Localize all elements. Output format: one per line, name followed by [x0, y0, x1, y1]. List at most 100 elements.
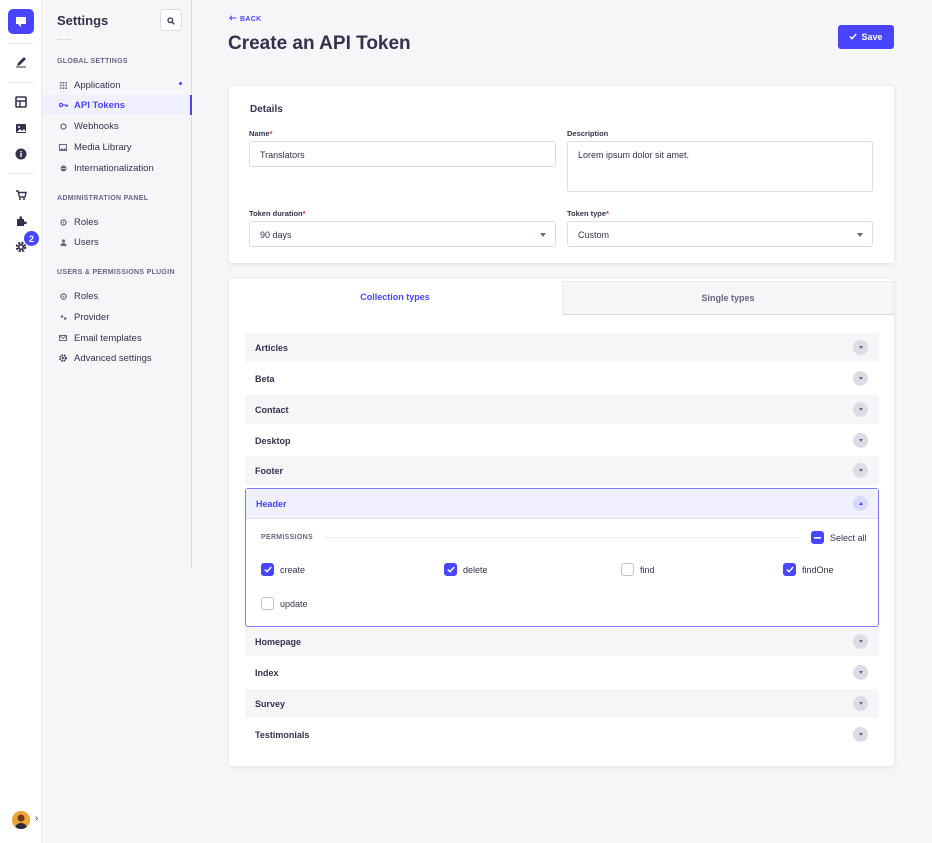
sidebar-item-internationalization[interactable]: Internationalization	[42, 158, 192, 178]
accordion-label: Header	[256, 498, 287, 509]
chevron-down-icon[interactable]	[853, 371, 868, 386]
sidebar-item-users[interactable]: Users	[42, 232, 192, 252]
search-button[interactable]	[160, 9, 182, 31]
key-icon	[58, 100, 68, 110]
marketplace-icon[interactable]	[11, 185, 31, 205]
chevron-up-icon[interactable]	[853, 496, 868, 511]
avatar[interactable]	[12, 811, 30, 829]
token-type-value: Custom	[578, 230, 610, 240]
accordion-testimonials[interactable]: Testimonials	[245, 720, 879, 749]
rail-divider	[8, 173, 34, 174]
permission-delete[interactable]: delete	[444, 563, 488, 576]
media-library-icon[interactable]	[11, 118, 31, 138]
description-label: Description	[567, 129, 608, 138]
permission-label: find	[640, 564, 655, 575]
required-asterisk: *	[302, 209, 306, 218]
page-title: Create an API Token	[228, 33, 411, 54]
roles-icon	[58, 217, 68, 227]
accordion-header-toggle[interactable]: Header	[246, 489, 878, 519]
accordion-survey[interactable]: Survey	[245, 689, 879, 718]
info-icon[interactable]	[11, 144, 31, 164]
accordion-label: Articles	[255, 342, 289, 353]
search-icon	[167, 13, 175, 28]
chevron-down-icon[interactable]	[853, 696, 868, 711]
permissions-card: Collection types Single types Articles B…	[229, 279, 894, 766]
indeterminate-checkbox-icon[interactable]	[811, 531, 824, 544]
sidebar-item-label: Provider	[74, 311, 110, 323]
chevron-down-icon[interactable]	[853, 433, 868, 448]
globe-icon	[58, 163, 68, 173]
sidebar-item-label: Media Library	[74, 141, 132, 153]
section-heading-global: Global Settings	[57, 58, 128, 65]
sidebar-item-media-library[interactable]: Media Library	[42, 137, 192, 157]
plugins-icon[interactable]	[11, 211, 31, 231]
app-logo-icon[interactable]	[8, 9, 34, 34]
name-field[interactable]: Translators	[249, 141, 556, 167]
permission-label: create	[280, 564, 306, 575]
select-all-checkbox[interactable]: Select all	[811, 531, 867, 544]
chevron-down-icon[interactable]	[853, 463, 868, 478]
accordion-label: Index	[255, 667, 279, 678]
content-type-builder-icon[interactable]	[11, 92, 31, 112]
accordion-homepage[interactable]: Homepage	[245, 627, 879, 656]
chevron-right-icon[interactable]: ›	[35, 813, 38, 824]
tab-collection-types[interactable]: Collection types	[229, 279, 561, 315]
description-label-text: Description	[567, 129, 609, 138]
back-link[interactable]: BACK	[229, 15, 261, 23]
content-manager-icon[interactable]	[11, 52, 31, 72]
select-all-label: Select all	[830, 532, 867, 543]
sidebar-item-label: Webhooks	[74, 120, 119, 132]
sidebar-item-application[interactable]: Application	[42, 75, 192, 95]
checkbox-unchecked-icon[interactable]	[621, 563, 634, 576]
gear-icon	[58, 353, 68, 363]
sidebar-item-up-roles[interactable]: Roles	[42, 286, 192, 306]
checkbox-checked-icon[interactable]	[783, 563, 796, 576]
sidebar-item-provider[interactable]: Provider	[42, 307, 192, 327]
accordion-articles[interactable]: Articles	[245, 333, 879, 362]
tab-single-types[interactable]: Single types	[562, 281, 894, 315]
sidebar-item-webhooks[interactable]: Webhooks	[42, 116, 192, 136]
accordion-index[interactable]: Index	[245, 658, 879, 687]
back-label: BACK	[240, 15, 262, 23]
permission-update[interactable]: update	[261, 597, 308, 610]
grid-icon	[58, 80, 68, 90]
provider-icon	[58, 312, 68, 322]
save-button[interactable]: Save	[838, 25, 894, 49]
chevron-down-icon[interactable]	[853, 634, 868, 649]
accordion-label: Footer	[255, 465, 283, 476]
permission-label: update	[280, 598, 308, 609]
checkbox-unchecked-icon[interactable]	[261, 597, 274, 610]
checkbox-checked-icon[interactable]	[261, 563, 274, 576]
accordion-beta[interactable]: Beta	[245, 364, 879, 393]
permission-create[interactable]: create	[261, 563, 305, 576]
chevron-down-icon	[540, 233, 546, 237]
token-duration-select[interactable]: 90 days	[249, 221, 556, 247]
sidebar-item-api-tokens[interactable]: API Tokens	[42, 95, 192, 115]
permission-label: delete	[463, 564, 488, 575]
accordion-footer[interactable]: Footer	[245, 456, 879, 485]
permission-findone[interactable]: findOne	[783, 563, 834, 576]
user-icon	[58, 237, 68, 247]
accordion-contact[interactable]: Contact	[245, 395, 879, 424]
sidebar-item-roles[interactable]: Roles	[42, 212, 192, 232]
chevron-down-icon[interactable]	[853, 402, 868, 417]
checkbox-checked-icon[interactable]	[444, 563, 457, 576]
sidebar-item-advanced-settings[interactable]: Advanced settings	[42, 348, 192, 368]
chevron-down-icon[interactable]	[853, 727, 868, 742]
duration-label: Token duration*	[249, 209, 306, 218]
permissions-label: PERMISSIONS	[261, 534, 313, 541]
section-heading-users-permissions: Users & Permissions Plugin	[57, 269, 175, 276]
new-indicator-dot	[179, 82, 182, 85]
accordion-desktop[interactable]: Desktop	[245, 426, 879, 455]
sidebar-item-email-templates[interactable]: Email templates	[42, 328, 192, 348]
chevron-down-icon[interactable]	[853, 340, 868, 355]
webhook-icon	[58, 121, 68, 131]
save-label: Save	[861, 32, 883, 42]
description-field[interactable]: Lorem ipsum dolor sit amet.	[567, 141, 873, 192]
permission-find[interactable]: find	[621, 563, 655, 576]
arrow-left-icon	[229, 15, 237, 23]
required-asterisk: *	[606, 209, 609, 218]
chevron-down-icon[interactable]	[853, 665, 868, 680]
token-type-select[interactable]: Custom	[567, 221, 873, 247]
main-nav-rail: 2 ›	[0, 0, 42, 843]
